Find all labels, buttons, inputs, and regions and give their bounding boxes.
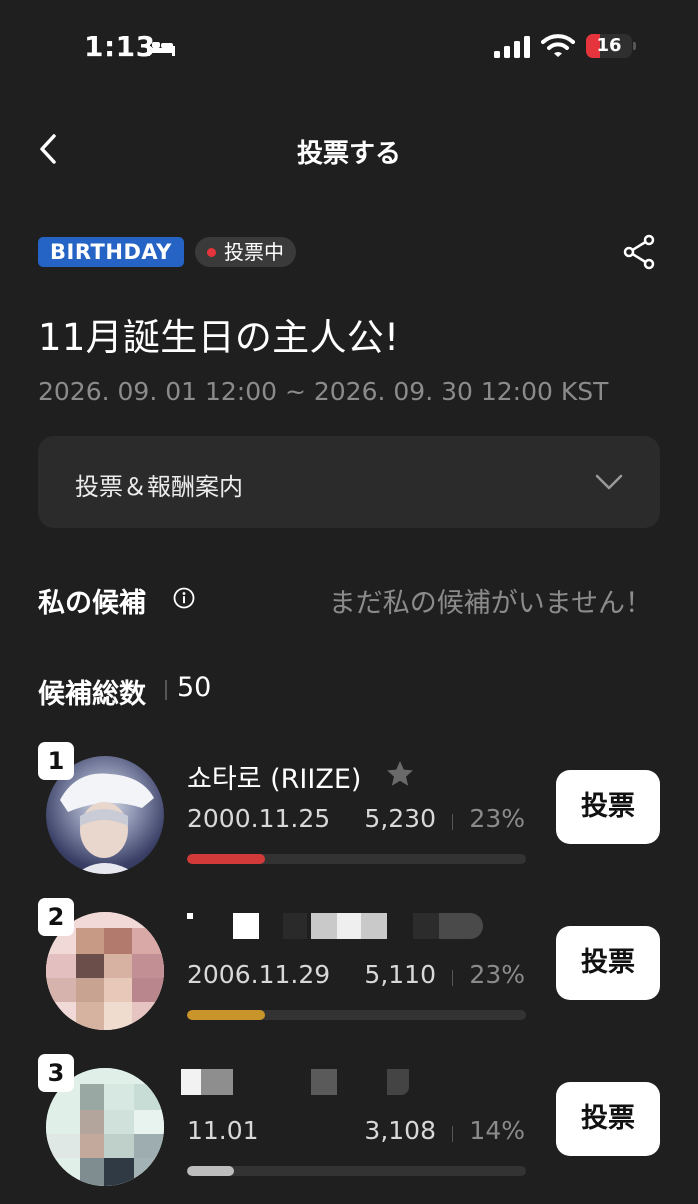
total-candidates-label: 候補総数 bbox=[38, 679, 146, 710]
vote-progress-fill bbox=[187, 1010, 265, 1020]
rank-badge: 1 bbox=[38, 742, 74, 780]
rank-badge: 2 bbox=[38, 898, 74, 936]
candidate-percent: 23% bbox=[469, 804, 525, 833]
candidate-name: 쇼타로 (RIIZE) bbox=[187, 764, 362, 795]
vote-button[interactable]: 投票 bbox=[556, 926, 660, 1000]
vote-button[interactable]: 投票 bbox=[556, 1082, 660, 1156]
vote-progress-bar bbox=[187, 1166, 526, 1176]
live-dot-icon bbox=[207, 247, 216, 257]
battery-indicator: 16 bbox=[586, 34, 632, 58]
guide-accordion-label: 投票＆報酬案内 bbox=[75, 473, 243, 501]
candidate-percent: 23% bbox=[469, 960, 525, 989]
candidate-percent: 14% bbox=[469, 1116, 525, 1145]
candidate-votes: 5,230 bbox=[364, 804, 436, 833]
star-icon[interactable] bbox=[385, 759, 415, 789]
rank-badge: 3 bbox=[38, 1054, 74, 1092]
divider bbox=[165, 680, 167, 700]
event-period: 2026. 09. 01 12:00 ~ 2026. 09. 30 12:00 … bbox=[38, 377, 609, 406]
status-badge: 投票中 bbox=[195, 237, 296, 267]
vote-progress-fill bbox=[187, 854, 265, 864]
candidate-votes: 3,108 bbox=[364, 1116, 436, 1145]
candidate-row[interactable]: 1 쇼타로 (RIIZE) 2000.11.25 5,230 23% 投票 bbox=[0, 742, 698, 892]
chevron-down-icon bbox=[595, 474, 623, 490]
vote-button[interactable]: 投票 bbox=[556, 770, 660, 844]
my-candidate-label: 私の候補 bbox=[38, 588, 146, 619]
battery-level: 16 bbox=[596, 35, 622, 56]
bed-icon bbox=[147, 40, 175, 56]
candidate-votes: 5,110 bbox=[364, 960, 436, 989]
divider bbox=[452, 814, 453, 830]
candidate-row[interactable]: 3 11.01 3,108 14% 投票 bbox=[0, 1054, 698, 1204]
wifi-icon bbox=[541, 34, 575, 57]
category-badge: BIRTHDAY bbox=[38, 237, 184, 267]
divider bbox=[452, 970, 453, 986]
event-title: 11月誕生日の主人公! bbox=[38, 316, 400, 359]
candidate-birthdate: 2000.11.25 bbox=[187, 804, 331, 833]
page-title: 投票する bbox=[296, 139, 401, 169]
my-candidate-empty: まだ私の候補がいません！ bbox=[328, 588, 652, 619]
status-time: 1:13 bbox=[84, 30, 156, 63]
candidate-row[interactable]: 2 2006.11.29 5,110 23% 投票 bbox=[0, 898, 698, 1048]
candidate-birthdate: 11.01 bbox=[187, 1116, 259, 1145]
battery-cap bbox=[633, 42, 636, 50]
divider bbox=[452, 1126, 453, 1142]
vote-progress-bar bbox=[187, 1010, 526, 1020]
candidate-birthdate: 2006.11.29 bbox=[187, 960, 331, 989]
share-icon[interactable] bbox=[622, 234, 656, 270]
status-badge-label: 投票中 bbox=[224, 240, 284, 264]
total-candidates-value: 50 bbox=[177, 672, 212, 703]
signal-icon bbox=[494, 36, 530, 58]
vote-progress-bar bbox=[187, 854, 526, 864]
vote-progress-fill bbox=[187, 1166, 235, 1176]
info-icon[interactable] bbox=[173, 587, 195, 609]
guide-accordion[interactable]: 投票＆報酬案内 bbox=[38, 436, 660, 528]
